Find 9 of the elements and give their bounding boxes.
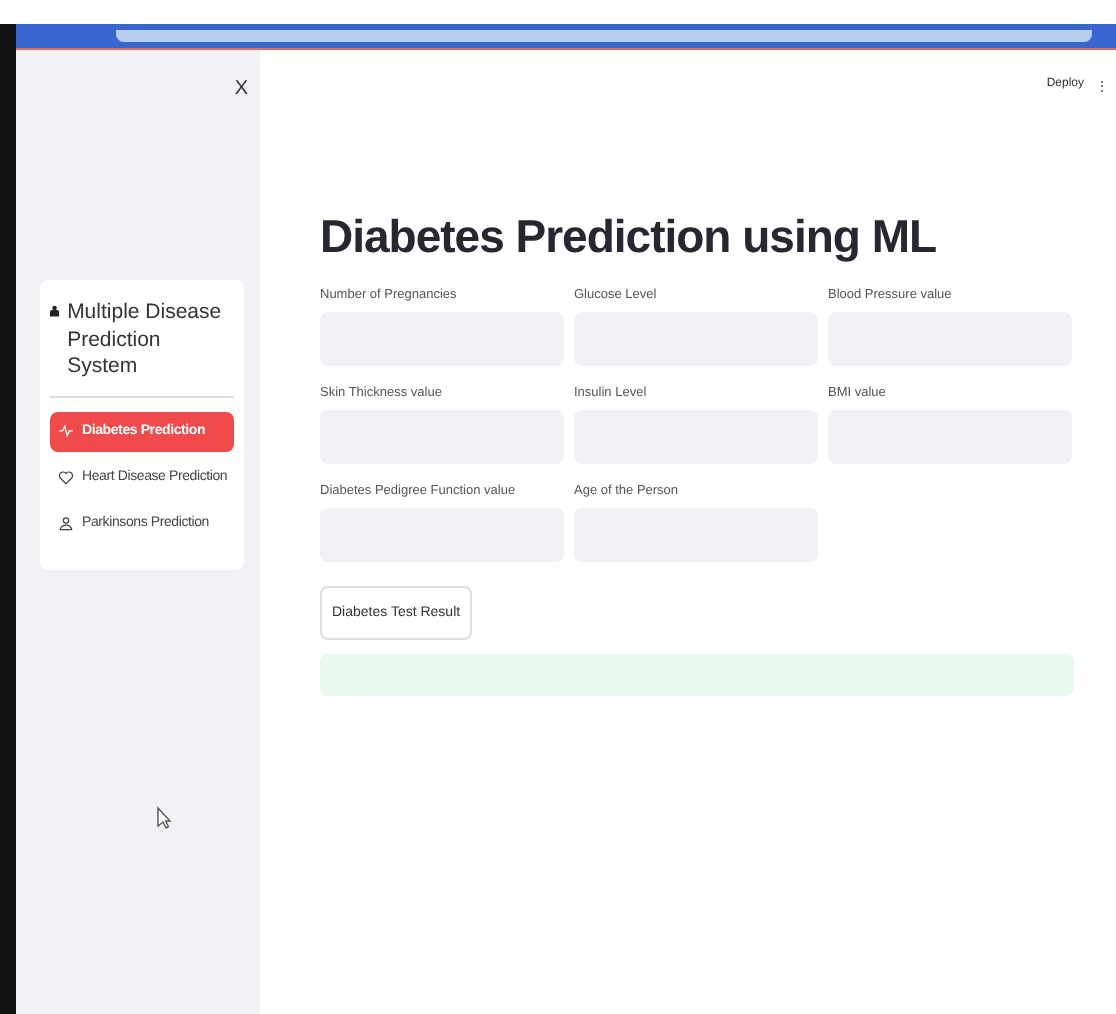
pulse-icon [58,423,74,440]
heart-icon [58,469,74,486]
person-icon [50,300,60,322]
close-button[interactable]: X [234,78,248,100]
cursor-icon [156,806,172,830]
page-title: Diabetes Prediction using ML [320,210,939,264]
address-bar[interactable] [116,30,1092,42]
menu-title: Multiple Disease Prediction System [67,300,224,382]
person-icon [58,515,74,532]
